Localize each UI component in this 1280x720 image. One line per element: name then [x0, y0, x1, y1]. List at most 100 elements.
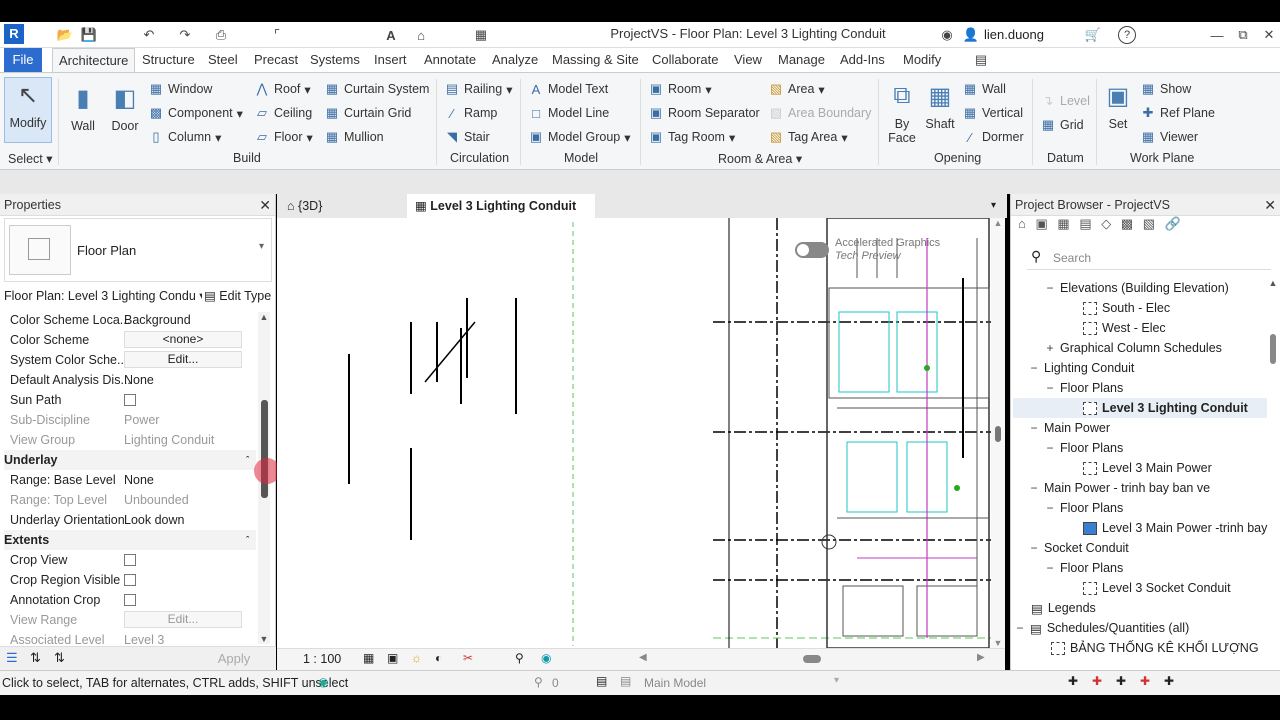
- scroll-left-icon[interactable]: ◀: [639, 652, 647, 663]
- selection-count-icon[interactable]: ⚲: [534, 675, 543, 689]
- sun-icon[interactable]: ☼: [411, 651, 422, 665]
- stair-button[interactable]: ◥ Stair: [444, 127, 490, 147]
- tree-node[interactable]: − Floor Plans: [1045, 558, 1123, 578]
- families-icon[interactable]: ◇: [1101, 216, 1111, 231]
- tab-annotate[interactable]: Annotate: [418, 48, 482, 72]
- tree-node[interactable]: South - Elec: [1083, 298, 1170, 318]
- prop-row[interactable]: Annotation Crop: [4, 590, 256, 610]
- collapse-icon[interactable]: −: [1045, 561, 1055, 575]
- tree-node[interactable]: − ▤ Schedules/Quantities (all): [1015, 618, 1189, 638]
- prop-row[interactable]: Range: Base Level None: [4, 470, 256, 490]
- tree-node[interactable]: West - Elec: [1083, 318, 1166, 338]
- scroll-right-icon[interactable]: ▶: [977, 652, 985, 663]
- tab-manage[interactable]: Manage: [772, 48, 831, 72]
- scale-label[interactable]: 1 : 100: [303, 652, 341, 666]
- scroll-thumb[interactable]: [1270, 334, 1276, 364]
- tree-node[interactable]: + Graphical Column Schedules: [1045, 338, 1221, 358]
- prop-row[interactable]: Sun Path: [4, 390, 256, 410]
- model-text-button[interactable]: A Model Text: [528, 79, 609, 99]
- tree-node[interactable]: − Main Power: [1029, 418, 1110, 438]
- prop-row[interactable]: System Color Sche... Edit...: [4, 350, 256, 370]
- prop-row[interactable]: Underlay Orientation Look down: [4, 510, 256, 530]
- detail-level-icon[interactable]: ▦: [363, 651, 374, 665]
- tab-systems[interactable]: Systems: [304, 48, 366, 72]
- tab-structure[interactable]: Structure: [136, 48, 201, 72]
- prop-row[interactable]: View Group Lighting Conduit: [4, 430, 256, 450]
- prop-row[interactable]: Color Scheme <none>: [4, 330, 256, 350]
- tag-room-button[interactable]: ▣ Tag Room ▾: [648, 127, 735, 147]
- help-icon[interactable]: ?: [1118, 26, 1136, 44]
- tag-area-button[interactable]: ▧ Tag Area ▾: [768, 127, 848, 147]
- tab-3d[interactable]: ⌂ {3D}: [279, 194, 399, 218]
- browser-scrollbar[interactable]: ▲: [1267, 278, 1279, 662]
- groups-icon[interactable]: ▩: [1121, 216, 1133, 231]
- prop-row[interactable]: Sub-Discipline Power: [4, 410, 256, 430]
- binoculars-icon[interactable]: ◉: [938, 26, 956, 44]
- ramp-button[interactable]: ∕ Ramp: [444, 103, 497, 123]
- floor-button[interactable]: ▱ Floor ▾: [254, 127, 313, 147]
- collapse-icon[interactable]: −: [1045, 501, 1055, 515]
- tab-collaborate[interactable]: Collaborate: [646, 48, 725, 72]
- scroll-down-icon[interactable]: ▼: [258, 634, 270, 644]
- window-button[interactable]: ▦ Window: [148, 79, 213, 99]
- viewer-button[interactable]: ▦ Viewer: [1140, 127, 1198, 147]
- drag-icon[interactable]: ✚: [1164, 674, 1174, 688]
- mullion-button[interactable]: ▦ Mullion: [324, 127, 384, 147]
- sort-desc-icon[interactable]: ⇅: [54, 650, 65, 666]
- select-pinned-icon[interactable]: ✚: [1092, 674, 1102, 688]
- set-button[interactable]: ▣ Set: [1100, 79, 1136, 132]
- room-button[interactable]: ▣ Room ▾: [648, 79, 712, 99]
- tab-add-ins[interactable]: Add-Ins: [834, 48, 891, 72]
- tree-node[interactable]: Level 3 Socket Conduit: [1083, 578, 1231, 598]
- collapse-icon[interactable]: −: [1029, 481, 1039, 495]
- tab-steel[interactable]: Steel: [202, 48, 244, 72]
- tree-node[interactable]: − Floor Plans: [1045, 498, 1123, 518]
- grid-button[interactable]: ▦ Grid: [1040, 115, 1084, 135]
- prop-row[interactable]: Range: Top Level Unbounded: [4, 490, 256, 510]
- tree-node[interactable]: − Lighting Conduit: [1029, 358, 1134, 378]
- instance-selector[interactable]: Floor Plan: Level 3 Lighting Condu ▾: [4, 286, 202, 306]
- ceiling-button[interactable]: ▱ Ceiling: [254, 103, 312, 123]
- tab-architecture[interactable]: Architecture: [52, 48, 136, 72]
- show-button[interactable]: ▦ Show: [1140, 79, 1191, 99]
- filter-icon[interactable]: ◉: [318, 675, 328, 689]
- drawing-canvas[interactable]: Accelerated Graphics Tech Preview ▲ ▼: [277, 217, 1005, 649]
- section-extents[interactable]: Extents ˆ: [4, 530, 256, 550]
- apply-button[interactable]: Apply: [196, 649, 272, 669]
- crop-icon[interactable]: ✂: [463, 651, 473, 665]
- vertical-button[interactable]: ▦ Vertical: [962, 103, 1023, 123]
- prop-row[interactable]: Crop View: [4, 550, 256, 570]
- close-icon[interactable]: ✕: [259, 194, 271, 216]
- crop-view-checkbox[interactable]: [124, 554, 136, 566]
- crop-region-checkbox[interactable]: [124, 574, 136, 586]
- visual-style-icon[interactable]: ▣: [387, 651, 398, 665]
- tree-node[interactable]: ▤ Legends: [1031, 598, 1096, 618]
- component-button[interactable]: ▩ Component ▾: [148, 103, 243, 123]
- modify-button[interactable]: ↖ Modify: [4, 77, 52, 143]
- tab-view[interactable]: View: [728, 48, 768, 72]
- prop-row[interactable]: Color Scheme Loca... Background: [4, 310, 256, 330]
- views-icon[interactable]: ▣: [1035, 216, 1047, 231]
- collapse-icon[interactable]: ˆ: [246, 530, 249, 550]
- railing-button[interactable]: ▤ Railing ▾: [444, 79, 513, 99]
- accel-toggle[interactable]: [795, 242, 829, 258]
- tree-node[interactable]: − Elevations (Building Elevation): [1045, 278, 1228, 298]
- select-face-icon[interactable]: ✚: [1140, 674, 1150, 688]
- dormer-button[interactable]: ∕ Dormer: [962, 127, 1024, 147]
- room-separator-button[interactable]: ▣ Room Separator: [648, 103, 760, 123]
- design-options-icon[interactable]: ▤: [596, 674, 607, 688]
- tab-precast[interactable]: Precast: [248, 48, 304, 72]
- ref-plane-button[interactable]: ✚ Ref Plane: [1140, 103, 1215, 123]
- restore-icon[interactable]: ⧉: [1234, 26, 1252, 44]
- tree-node[interactable]: Level 3 Main Power: [1083, 458, 1212, 478]
- sort-asc-icon[interactable]: ⇅: [30, 650, 41, 666]
- tab-level3-lighting[interactable]: ▦ Level 3 Lighting Conduit ✕: [407, 194, 595, 237]
- wall-button[interactable]: ▮ Wall: [64, 81, 102, 134]
- canvas-hscroll-thumb[interactable]: [803, 655, 821, 663]
- user-icon[interactable]: 👤: [962, 26, 980, 44]
- by-face-button[interactable]: ⧉ By Face: [882, 79, 922, 145]
- room-area-panel-label[interactable]: Room & Area ▾: [718, 151, 802, 166]
- categorize-icon[interactable]: ☰: [6, 650, 18, 666]
- minimize-icon[interactable]: —: [1208, 26, 1226, 44]
- model-dropdown-icon[interactable]: ▾: [834, 675, 839, 686]
